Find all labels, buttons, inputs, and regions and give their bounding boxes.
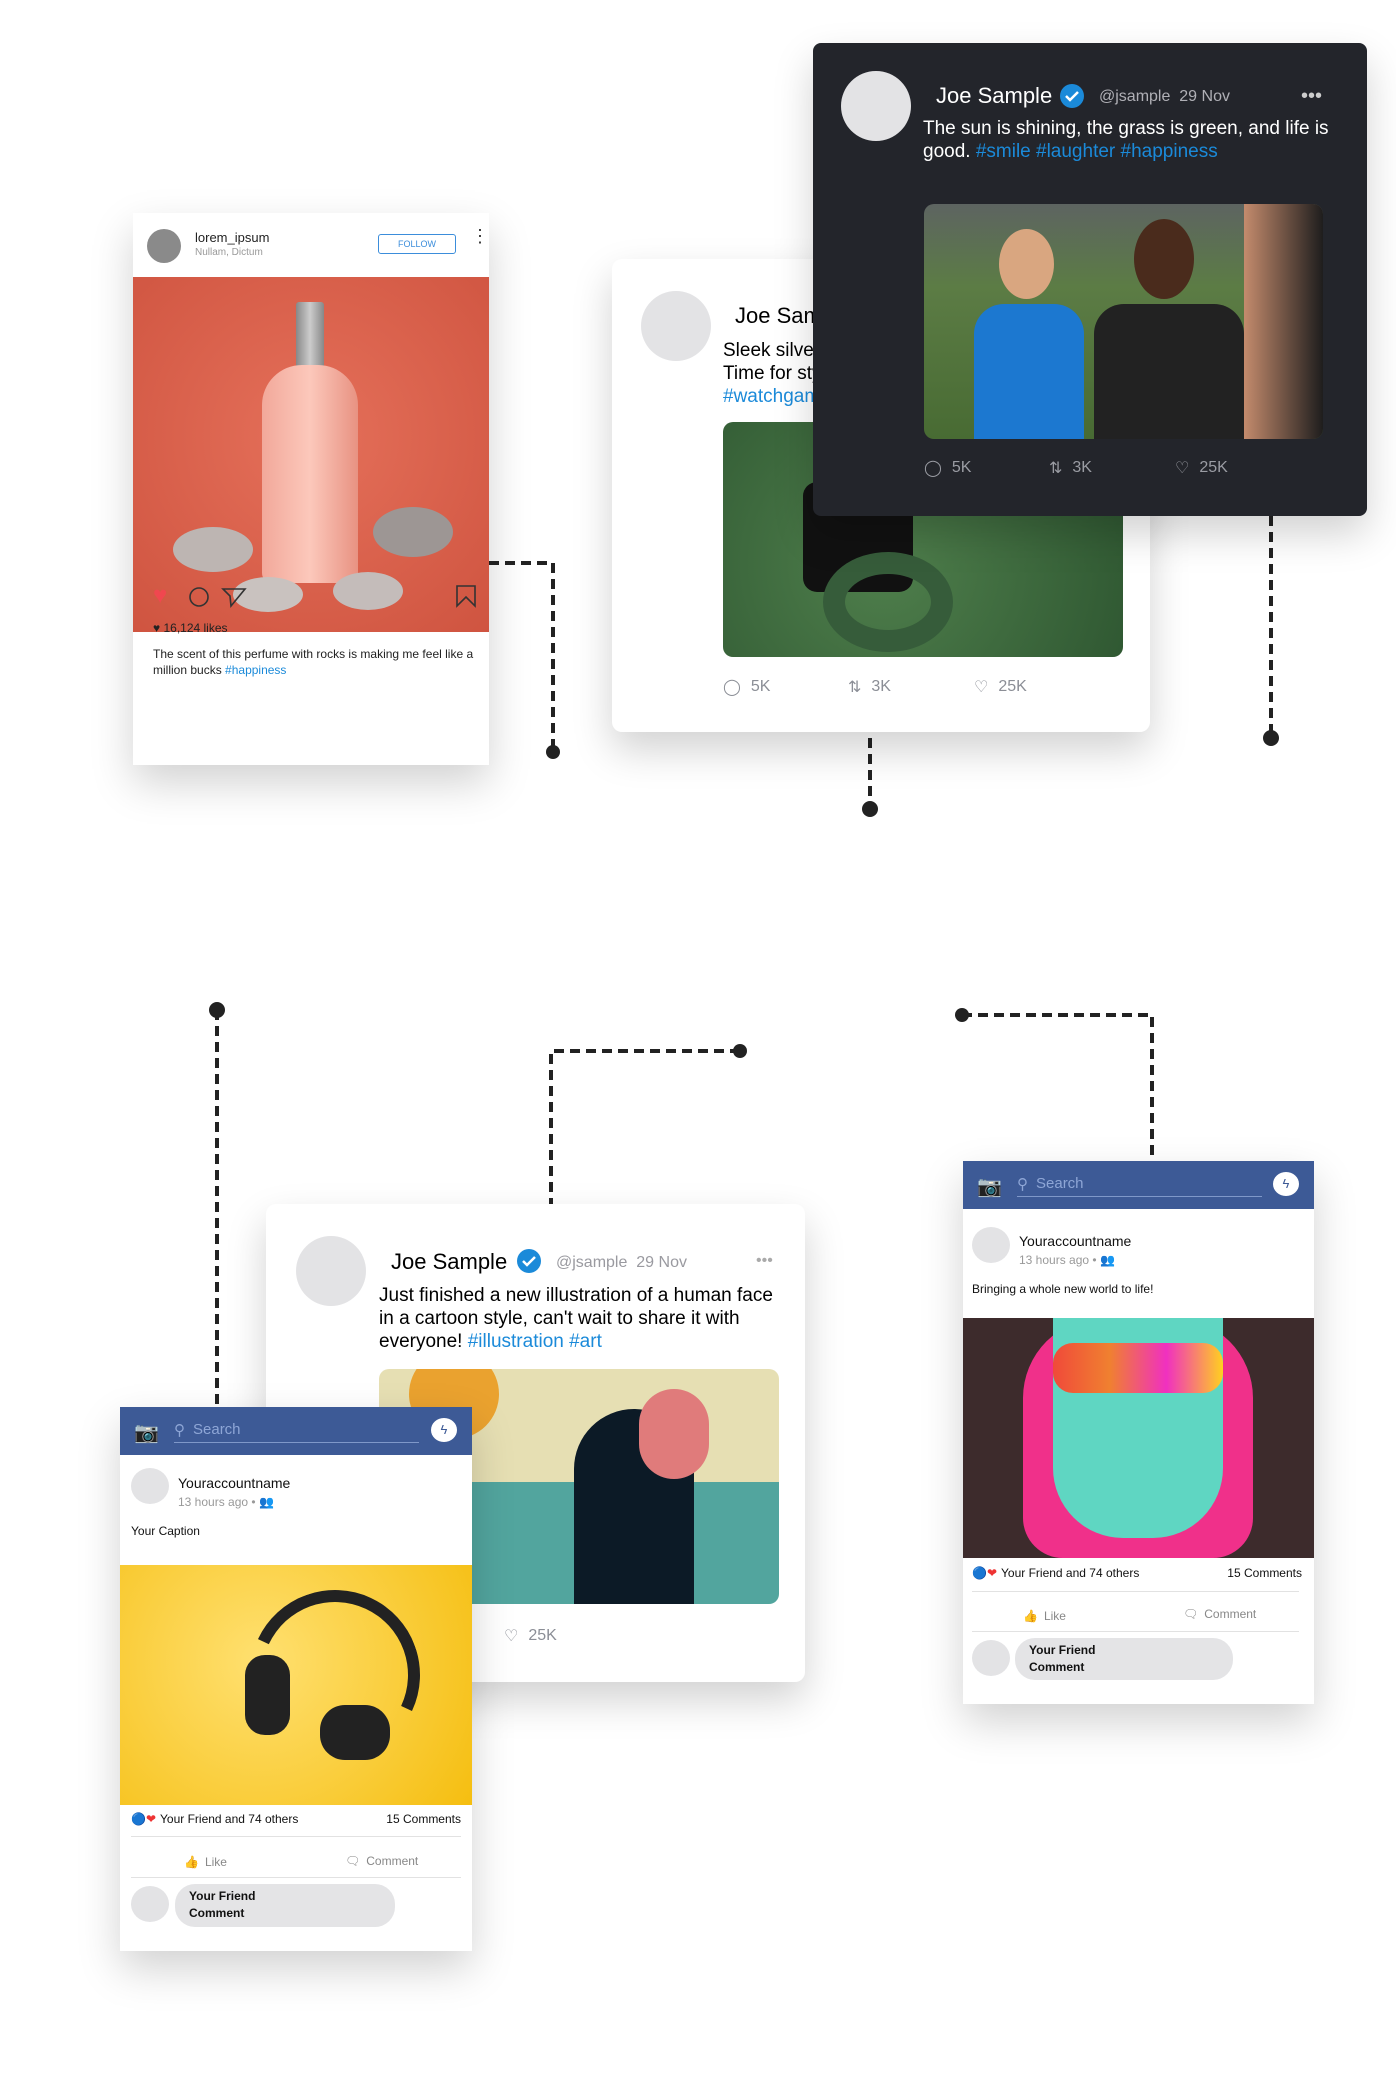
reactions-text[interactable]: Your Friend and 74 others xyxy=(1001,1566,1139,1580)
avatar[interactable] xyxy=(972,1227,1010,1263)
reaction-icons: 🔵❤ xyxy=(131,1812,156,1826)
retweet-button[interactable]: ⇅3K xyxy=(848,677,891,697)
heart-icon: ♡ xyxy=(974,679,989,696)
post-image xyxy=(924,204,1323,439)
avatar[interactable] xyxy=(296,1236,366,1306)
facebook-post-right: 📷 ⚲ Search ϟ Youraccountname 13 hours ago… xyxy=(963,1161,1314,1704)
camera-icon[interactable]: 📷 xyxy=(977,1174,1002,1199)
avatar[interactable] xyxy=(641,291,711,361)
avatar xyxy=(131,1886,169,1922)
caption: Your Caption xyxy=(131,1524,200,1538)
verified-badge-icon xyxy=(1060,84,1084,108)
post-image xyxy=(120,1565,472,1805)
avatar xyxy=(972,1640,1010,1676)
comment-button[interactable]: 🗨 Comment xyxy=(1183,1607,1256,1621)
account-name[interactable]: Youraccountname xyxy=(1019,1233,1131,1249)
reply-icon: ◯ xyxy=(924,460,942,477)
username[interactable]: lorem_ipsum xyxy=(195,230,269,245)
camera-icon[interactable]: 📷 xyxy=(134,1420,159,1445)
comment-icon[interactable] xyxy=(188,586,210,608)
heart-icon: ♡ xyxy=(1175,460,1190,477)
reaction-icons: 🔵❤ xyxy=(972,1566,997,1580)
author-name[interactable]: Joe Sam xyxy=(735,303,822,329)
avatar[interactable] xyxy=(147,229,181,263)
retweet-icon: ⇅ xyxy=(848,679,862,696)
tweet-text: Just finished a new illustration of a hu… xyxy=(379,1285,773,1352)
search-icon: ⚲ xyxy=(174,1421,185,1439)
like-button[interactable]: ♡ 25K xyxy=(974,677,1027,697)
post-time: 13 hours ago • xyxy=(1019,1253,1097,1267)
handle[interactable]: @jsample xyxy=(556,1254,627,1271)
like-heart-icon[interactable]: ♥ xyxy=(153,582,167,610)
date: 29 Nov xyxy=(1179,88,1230,105)
tweet-text: Sleek silver Time for sty #watchgam xyxy=(723,340,822,407)
handle[interactable]: @jsample xyxy=(1099,88,1170,105)
location: Nullam, Dictum xyxy=(195,247,263,258)
account-name[interactable]: Youraccountname xyxy=(178,1475,290,1491)
avatar[interactable] xyxy=(841,71,911,141)
more-icon[interactable]: ••• xyxy=(1301,85,1322,108)
comments-count[interactable]: 15 Comments xyxy=(1227,1566,1302,1580)
heart-icon: ♡ xyxy=(504,1628,519,1645)
bookmark-icon[interactable] xyxy=(455,584,477,608)
search-input[interactable]: ⚲ Search xyxy=(1017,1171,1262,1197)
comment-icon: 🗨 xyxy=(345,1854,361,1868)
follow-button[interactable]: FOLLOW xyxy=(378,234,456,254)
author-name[interactable]: Joe Sample xyxy=(391,1249,507,1275)
like-button[interactable]: 👍 Like xyxy=(1023,1609,1066,1623)
reply-button[interactable]: ◯ 5K xyxy=(924,458,971,478)
like-button[interactable]: ♡ 25K xyxy=(504,1626,557,1646)
more-icon[interactable]: ••• xyxy=(756,1252,773,1270)
post-time: 13 hours ago • xyxy=(178,1495,256,1509)
author-name[interactable]: Joe Sample xyxy=(936,83,1052,109)
comment-button[interactable]: 🗨 Comment xyxy=(345,1854,418,1868)
retweet-icon: ⇅ xyxy=(1049,460,1063,477)
reactions-text[interactable]: Your Friend and 74 others xyxy=(160,1812,298,1826)
comment-bubble: Your Friend Comment xyxy=(175,1884,395,1927)
thumbs-up-icon: 👍 xyxy=(184,1855,199,1869)
like-button[interactable]: 👍 Like xyxy=(184,1855,227,1869)
tweet-dark: Joe Sample @jsample 29 Nov ••• The sun i… xyxy=(813,43,1367,516)
messenger-icon[interactable]: ϟ xyxy=(1273,1172,1299,1196)
date: 29 Nov xyxy=(636,1254,687,1271)
friends-icon: 👥 xyxy=(1099,1253,1115,1267)
search-icon: ⚲ xyxy=(1017,1175,1028,1193)
comment-bubble: Your Friend Comment xyxy=(1015,1638,1233,1680)
reply-button[interactable]: ◯ 5K xyxy=(723,677,770,697)
caption: The scent of this perfume with rocks is … xyxy=(153,647,474,677)
like-button[interactable]: ♡ 25K xyxy=(1175,458,1228,478)
post-image xyxy=(963,1318,1314,1558)
caption: Bringing a whole new world to life! xyxy=(972,1282,1154,1296)
comment-icon: 🗨 xyxy=(1183,1607,1199,1621)
search-input[interactable]: ⚲ Search xyxy=(174,1417,419,1443)
post-image xyxy=(133,277,489,632)
facebook-post-left: 📷 ⚲ Search ϟ Youraccountname 13 hours ago… xyxy=(120,1407,472,1951)
hashtag-link[interactable]: #happiness xyxy=(225,663,286,677)
reply-icon: ◯ xyxy=(723,679,741,696)
verified-badge-icon xyxy=(517,1249,541,1273)
comments-count[interactable]: 15 Comments xyxy=(386,1812,461,1826)
messenger-icon[interactable]: ϟ xyxy=(431,1418,457,1442)
heart-icon: ♥ xyxy=(153,621,164,635)
more-icon[interactable]: ⋮ xyxy=(471,227,489,245)
share-icon[interactable] xyxy=(221,586,247,608)
likes-count: 16,124 likes xyxy=(163,621,228,635)
instagram-post: lorem_ipsum Nullam, Dictum FOLLOW ⋮ ♥ ♥ … xyxy=(133,213,489,765)
avatar[interactable] xyxy=(131,1468,169,1504)
retweet-button[interactable]: ⇅3K xyxy=(1049,458,1092,478)
tweet-text: The sun is shining, the grass is green, … xyxy=(923,118,1329,162)
friends-icon: 👥 xyxy=(258,1495,274,1509)
thumbs-up-icon: 👍 xyxy=(1023,1609,1038,1623)
